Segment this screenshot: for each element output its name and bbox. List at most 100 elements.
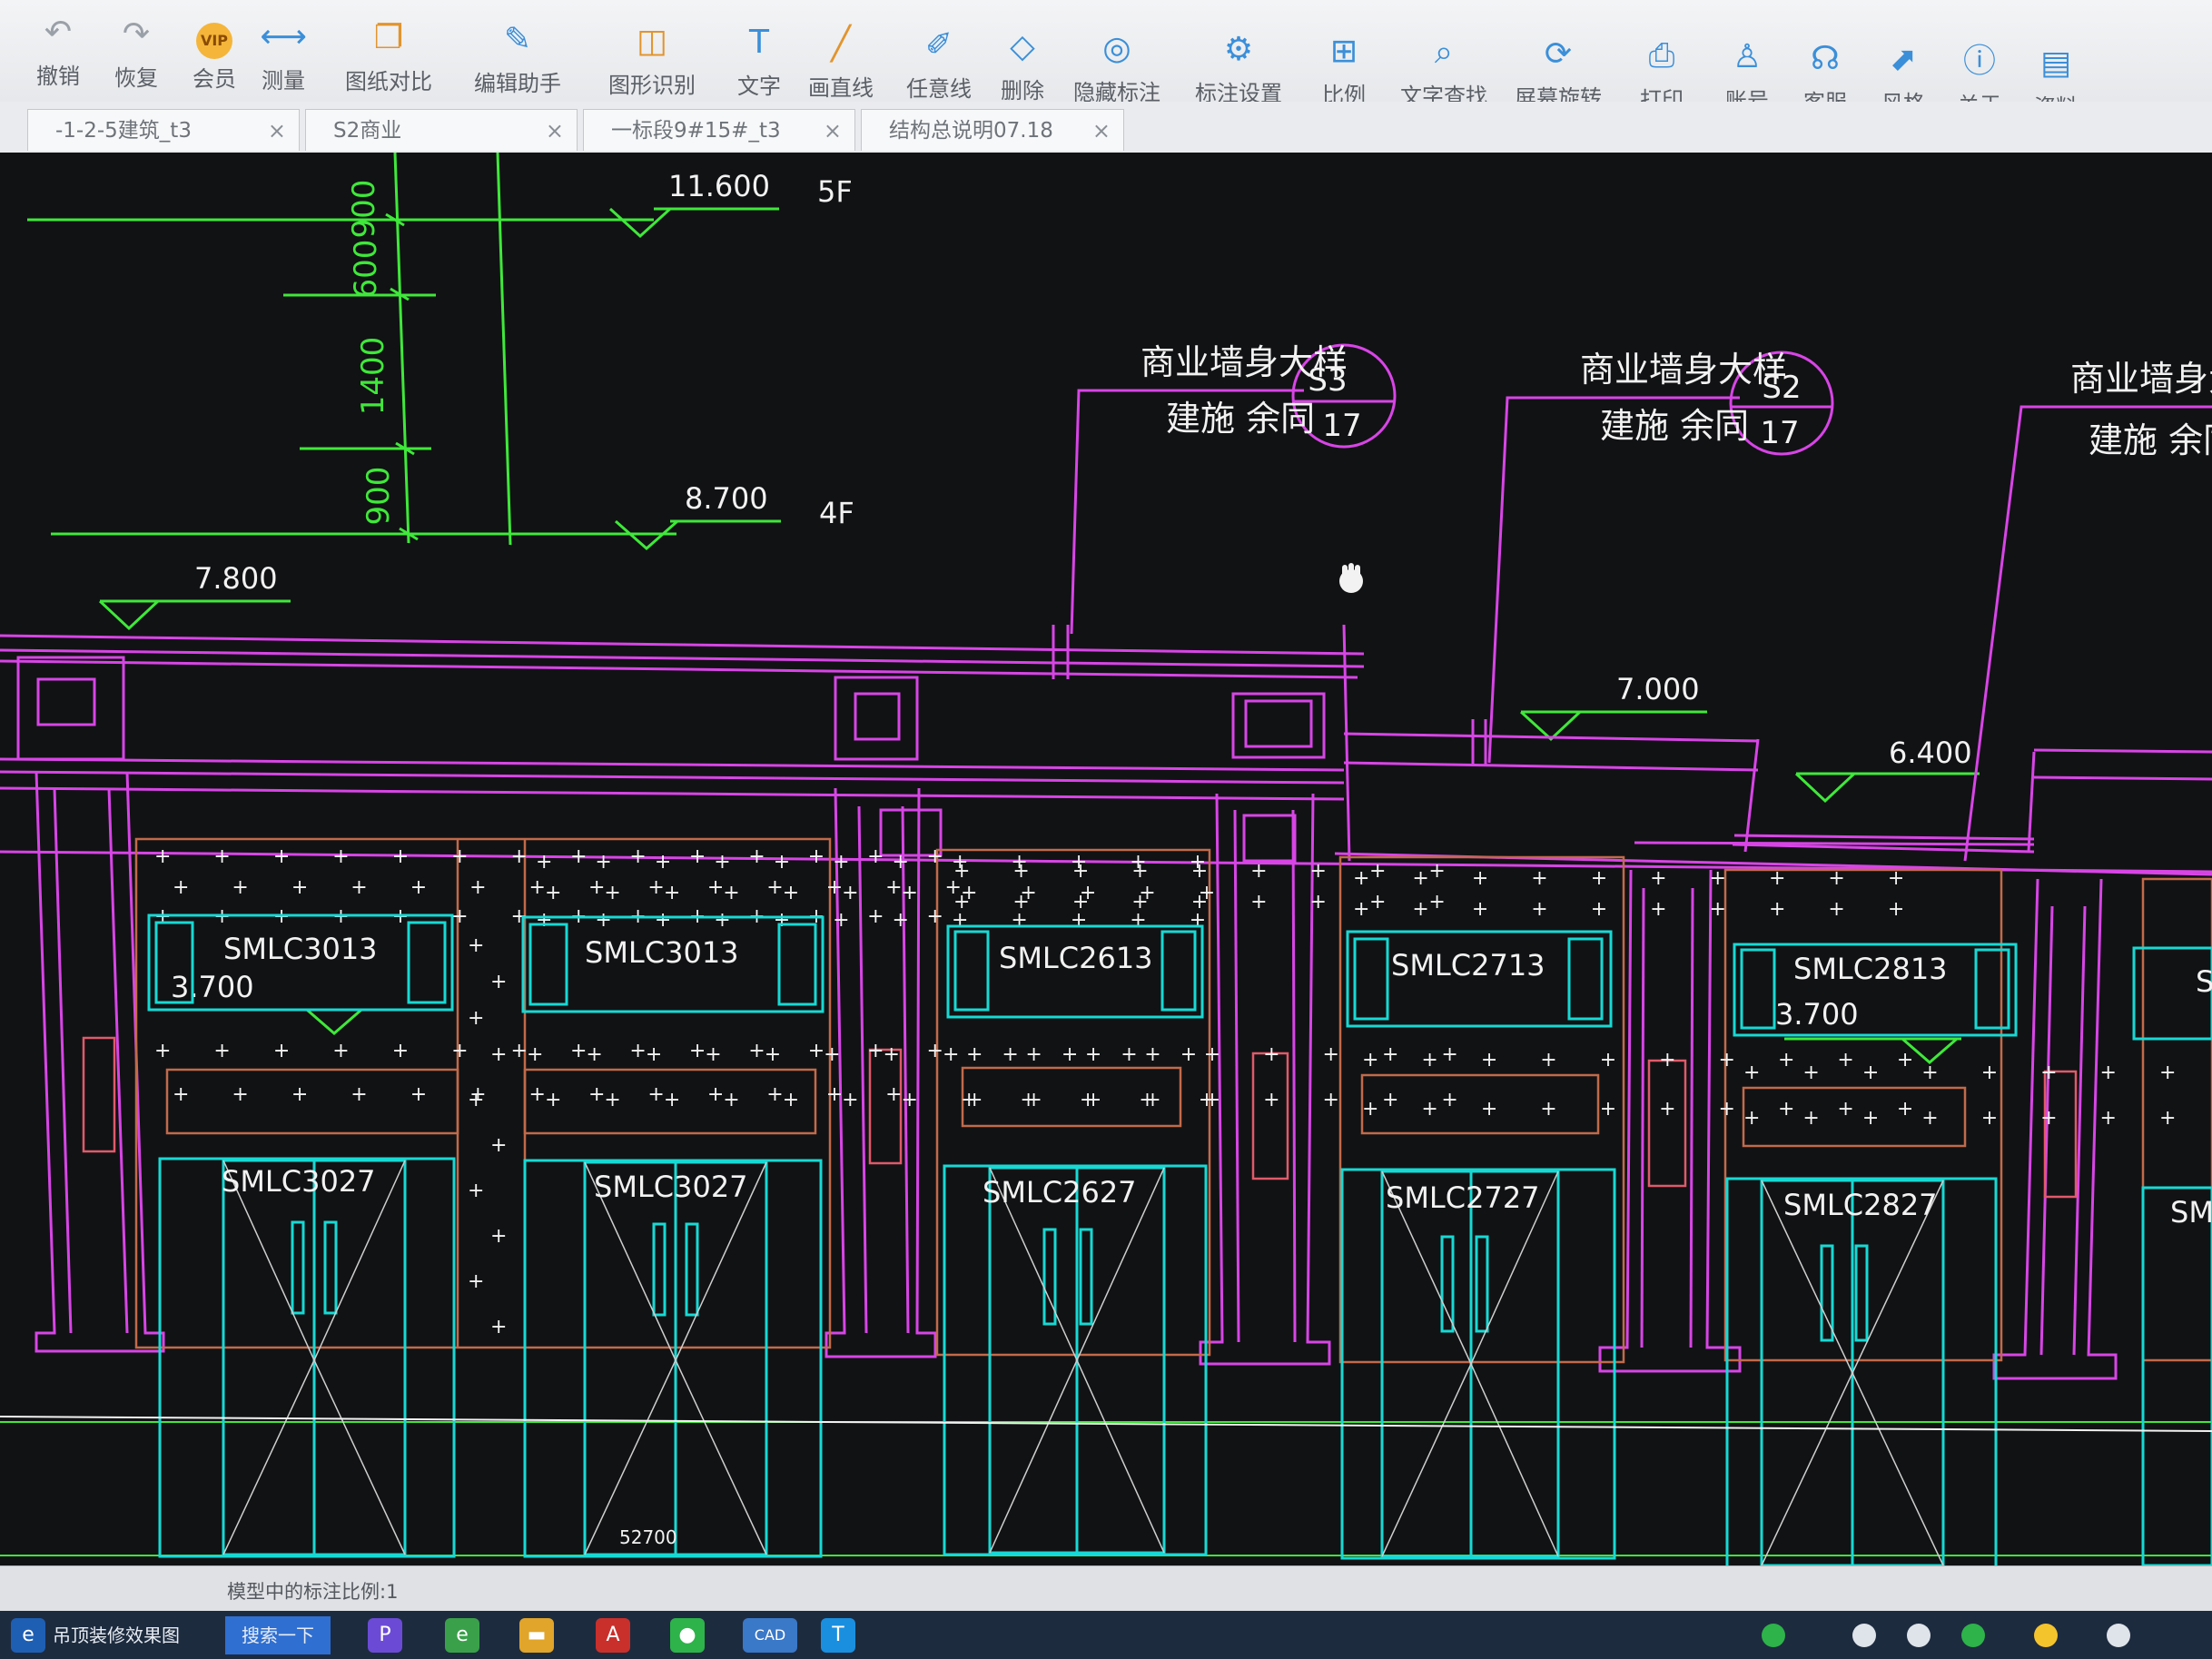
pdf-icon[interactable]: A <box>596 1618 630 1653</box>
level-value: 7.800 <box>194 561 278 596</box>
rotate-screen-icon: ⟳ <box>1544 35 1573 73</box>
line-icon: ╱ <box>831 25 851 63</box>
detail-sub: 建施 余同 <box>1600 406 1749 446</box>
total-dimension: 52700 <box>619 1526 677 1548</box>
tab-document-4[interactable]: 结构总说明07.18 × <box>861 109 1124 151</box>
level-value: 3.700 <box>1775 997 1859 1032</box>
toolbar-label: 恢复 <box>114 64 158 91</box>
window-label: S <box>2196 964 2212 999</box>
toolbar-button-measure[interactable]: ⟷ 测量 <box>238 17 329 94</box>
cad-app-icon[interactable]: CAD <box>743 1618 797 1653</box>
toolbar-button-text-search[interactable]: ⌕ 文字查找 <box>1398 33 1489 110</box>
door-label: SML <box>2170 1195 2212 1229</box>
eraser-icon: ◇ <box>1010 28 1035 65</box>
detail-title: 商业墙身大样 <box>1580 350 1787 390</box>
detail-sheet: 17 <box>1760 415 1799 451</box>
window-label: SMLC3013 <box>585 935 739 970</box>
toolbar-label: 文字 <box>737 74 781 100</box>
door-label: SMLC2727 <box>1386 1180 1540 1215</box>
toolbar-label: 会员 <box>193 66 236 93</box>
close-icon[interactable]: × <box>546 110 564 152</box>
drawing-canvas[interactable]: 900 600 1400 900 11.600 5F 8.700 4F 7.80… <box>0 153 2212 1565</box>
toolbar-button-text[interactable]: T 文字 <box>714 23 805 100</box>
detail-sub: 建施 余同 <box>1166 399 1315 439</box>
toolbar-button-rotate-screen[interactable]: ⟳ 屏幕旋转 <box>1513 35 1604 112</box>
toolbar-button-scale[interactable]: ⊞ 比例 <box>1299 32 1389 109</box>
scale-icon: ⊞ <box>1329 32 1358 70</box>
browser-icon[interactable]: e <box>11 1618 45 1653</box>
tab-document-2[interactable]: S2商业 × <box>305 109 578 151</box>
svg-text:+: + <box>490 1225 507 1248</box>
tray-icon <box>2034 1624 2058 1647</box>
detail-sheet: 17 <box>1322 408 1361 444</box>
svg-text:+: + <box>468 934 484 957</box>
tab-document-3[interactable]: 一标段9#15#_t3 × <box>583 109 855 151</box>
dim-text: 900 <box>360 467 397 526</box>
level-value: 8.700 <box>685 481 768 516</box>
window-label: SMLC3013 <box>223 932 378 966</box>
close-icon[interactable]: × <box>824 110 842 152</box>
tray-icon <box>1762 1624 1785 1647</box>
windows-taskbar: e 吊顶装修效果图 搜索一下 P e ▬ A ● CAD T <box>0 1611 2212 1659</box>
toolbar-label: 撤销 <box>36 64 80 89</box>
toolbar-button-eraser[interactable]: ◇ 删除 <box>977 27 1068 104</box>
tray-icon <box>2107 1624 2130 1647</box>
svg-text:+: + <box>490 971 507 993</box>
toolbar-label: 画直线 <box>808 74 874 101</box>
svg-text:+: + <box>468 1180 484 1202</box>
support-icon: ☊ <box>1811 39 1840 77</box>
door-label: SMLC2627 <box>983 1175 1137 1210</box>
hide-annotation-icon: ◎ <box>1102 29 1131 67</box>
svg-text:+: + <box>490 1134 507 1157</box>
svg-text:+ + + + + + + + + +: + + + + + + + + + + <box>1353 867 1922 890</box>
toolbar-button-hide-annotation[interactable]: ◎ 隐藏标注 <box>1071 29 1162 106</box>
dim-text: 600 <box>348 240 384 299</box>
toolbar-button-shape-recognize[interactable]: ◫ 图形识别 <box>607 22 697 99</box>
svg-text:+: + <box>468 1270 484 1293</box>
toolbar-button-freehand[interactable]: ✐ 任意线 <box>894 25 984 103</box>
wechat-icon[interactable]: ● <box>670 1618 705 1653</box>
level-value: 7.000 <box>1616 672 1700 706</box>
svg-text:+ + + + + + + + + +: + + + + + + + + + + <box>1743 1107 2212 1130</box>
tab-document-1[interactable]: -1-2-5建筑_t3 × <box>27 109 300 151</box>
toolbar-label: 测量 <box>262 67 305 94</box>
toolbar-button-line[interactable]: ╱ 画直线 <box>795 25 886 102</box>
close-icon[interactable]: × <box>1092 110 1111 152</box>
tab-title: 一标段9#15#_t3 <box>611 119 781 143</box>
folder-icon[interactable]: ▬ <box>519 1618 554 1653</box>
toolbar-button-undo[interactable]: ↶ 撤销 <box>13 13 104 90</box>
search-button[interactable]: 搜索一下 <box>225 1616 331 1654</box>
toolbar-button-compare[interactable]: ❐ 图纸对比 <box>343 18 434 95</box>
toolbar-button-redo[interactable]: ↷ 恢复 <box>91 15 182 92</box>
floor-label: 4F <box>819 496 854 530</box>
toolbar-label: 编辑助手 <box>474 71 561 96</box>
toolbar-button-edit-assistant[interactable]: ✎ 编辑助手 <box>472 20 563 97</box>
search-label[interactable]: 吊顶装修效果图 <box>53 1616 216 1654</box>
level-value: 3.700 <box>171 970 254 1004</box>
measure-icon: ⟷ <box>260 17 307 55</box>
svg-text:+ + + + + + + + + +: + + + + + + + + + + <box>1353 898 1922 921</box>
door-label: SMLC3027 <box>594 1170 748 1204</box>
level-value: 6.400 <box>1889 736 1972 770</box>
toolbar-label: 图纸对比 <box>345 69 432 95</box>
print-icon: ⎙ <box>1648 36 1675 74</box>
level-value: 11.600 <box>668 169 770 203</box>
undo-icon: ↶ <box>44 14 73 51</box>
floor-label: 5F <box>817 174 853 209</box>
detail-sub: 建施 余同 <box>2089 420 2212 460</box>
window-label: SMLC2613 <box>999 941 1153 975</box>
browser-green-icon[interactable]: e <box>445 1618 479 1653</box>
detail-code: S3 <box>1308 362 1347 399</box>
main-toolbar: ↶ 撤销 ↷ 恢复 VIP 会员 ⟷ 测量 ❐ 图纸对比 ✎ 编辑助手 ◫ 图形识别 T 文字 ╱ 画直线 ✐ 任意线… <box>0 0 2212 120</box>
close-icon[interactable]: × <box>268 110 286 152</box>
toolbar-button-annotation-settings[interactable]: ⚙ 标注设置 <box>1193 30 1284 107</box>
redo-icon: ↷ <box>122 15 151 53</box>
app-t-icon[interactable]: T <box>821 1618 855 1653</box>
window-label: SMLC2713 <box>1391 948 1545 983</box>
toolbar-label: 图形识别 <box>608 72 696 98</box>
app-p-icon[interactable]: P <box>368 1618 402 1653</box>
door-label: SMLC3027 <box>222 1164 376 1199</box>
status-text: 模型中的标注比例:1 <box>227 1581 399 1603</box>
text-search-icon: ⌕ <box>1434 34 1454 72</box>
freehand-icon: ✐ <box>924 26 953 64</box>
